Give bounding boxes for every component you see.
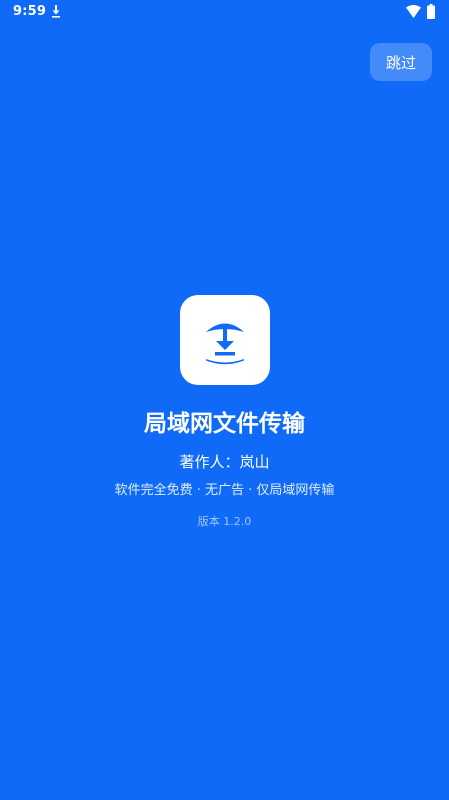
- version-label: 版本 1.2.0: [197, 515, 252, 528]
- app-icon: [180, 295, 270, 385]
- battery-icon: [427, 4, 435, 19]
- status-time: 9:59: [13, 4, 47, 19]
- download-into-bowl-icon: [206, 323, 244, 365]
- download-notification-icon: [52, 5, 60, 18]
- app-title: 局域网文件传输: [144, 411, 305, 437]
- skip-button[interactable]: 跳过: [370, 43, 432, 81]
- author-label: 著作人：岚山: [179, 453, 270, 471]
- tagline: 软件完全免费 · 无广告 · 仅局域网传输: [114, 483, 335, 498]
- wifi-icon: [406, 5, 421, 18]
- status-bar: 9:59: [0, 0, 449, 24]
